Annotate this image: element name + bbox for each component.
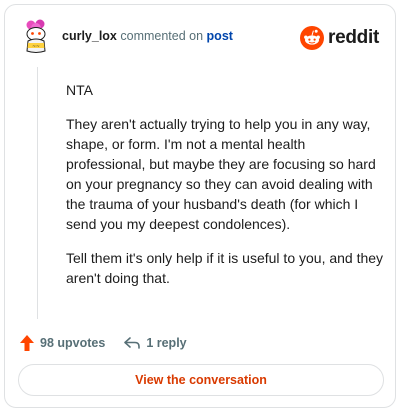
svg-text:~~: ~~ (32, 44, 40, 49)
reddit-brand[interactable]: reddit (300, 25, 379, 51)
comment-paragraph: They aren't actually trying to help you … (66, 116, 376, 232)
action-text: commented on (120, 29, 204, 43)
thread-line (37, 67, 38, 319)
comment-embed-card: ~~ curly_lox commented on post reddit NT… (4, 4, 396, 408)
reply-button[interactable]: 1 reply (123, 335, 187, 351)
view-conversation-button[interactable]: View the conversation (18, 364, 384, 396)
comment-paragraph: Tell them it's only help if it is useful… (66, 250, 384, 286)
comment-body: NTA They aren't actually trying to help … (66, 80, 384, 302)
username-link[interactable]: curly_lox (62, 29, 117, 43)
brand-wordmark: reddit (328, 27, 379, 48)
comment-meta: curly_lox commented on post (62, 28, 233, 44)
post-link[interactable]: post (207, 29, 233, 43)
comment-actions: 98 upvotes 1 reply (19, 333, 187, 353)
comment-paragraph: NTA (66, 82, 93, 98)
comment-header: ~~ curly_lox commented on post reddit (20, 19, 381, 59)
upvote-button[interactable]: 98 upvotes (19, 334, 105, 352)
upvote-count: 98 upvotes (40, 336, 106, 350)
reddit-logo-icon (300, 26, 325, 50)
snoo-avatar-icon[interactable]: ~~ (20, 19, 52, 55)
reply-count: 1 reply (146, 336, 187, 350)
reply-arrow-icon (124, 337, 141, 349)
upvote-arrow-icon (20, 335, 34, 351)
